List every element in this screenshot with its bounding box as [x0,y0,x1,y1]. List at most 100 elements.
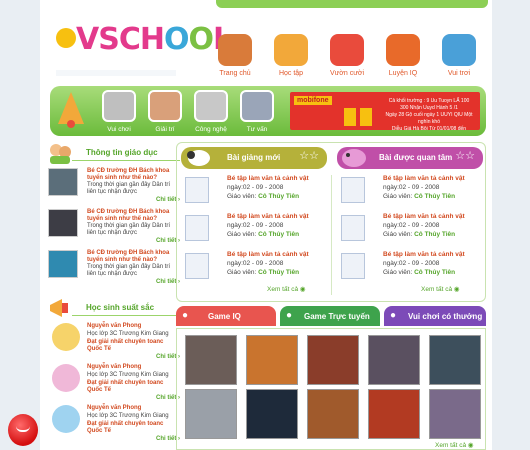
game-thumbnail[interactable] [246,335,298,385]
ad-line: Diễu Giá Hà Bội Từ 01/01/08 đến 29.02.08 [391,126,467,130]
teacher-name: Cô Thủy Tiên [414,231,456,238]
game-thumbnail[interactable] [307,389,359,439]
popular-lessons-title: Bài được quan tâm [379,153,453,162]
banner-thumb-2[interactable] [194,90,228,122]
tab-game-1[interactable]: ● Game Trực tuyến [280,306,380,326]
game-tabs: ● Game IQ ● Game Trực tuyến ● Vui chơi có thư… [176,306,486,328]
new-lessons-view-all[interactable]: Xem tất cả ◉ [267,285,306,293]
lesson-teacher: Giáo viên: Cô Thủy Tiên [383,269,455,276]
teacher-label: Giáo viên: [227,193,257,200]
teacher-label: Giáo viên: [227,269,257,276]
mobifone-ad[interactable]: mobifone Cả khối trường : 9 Uu Tuoyn LẤ 1… [290,92,480,130]
ad-line: Ngày 28 Gộ cuối ngày 1 UUYI QIU Một nghì… [385,112,473,125]
student-avatar[interactable] [52,364,80,392]
student-award: Đạt giải nhất chuyên toanc Quốc Tế [87,380,164,393]
clown-icon [330,34,364,66]
nav-item-4[interactable]: Vui trơi [434,34,484,77]
lesson-item[interactable]: Bé tập làm văn tả cảnh vật ngày:02 - 09 -… [339,175,487,211]
student-avatar[interactable] [52,323,80,351]
news-thumbnail[interactable] [48,168,78,196]
games-view-all[interactable]: Xem tất cả ◉ [435,441,474,449]
popular-lessons-header[interactable]: Bài được quan tâm ☆☆ [337,147,483,169]
banner-link-0[interactable]: Vui chơi [96,126,142,133]
news-title[interactable]: Bé CĐ trường ĐH Bách khoa tuyển sinh như… [87,250,179,264]
lesson-date: ngày:02 - 09 - 2008 [227,260,284,267]
game-thumbnail[interactable] [429,335,481,385]
game-thumbnail[interactable] [185,389,237,439]
new-lessons-header[interactable]: Bài giảng mới ☆☆ [181,147,327,169]
lesson-item[interactable]: Bé tập làm văn tả cảnh vật ngày:02 - 09 -… [183,251,331,287]
student-name[interactable]: Nguyễn văn Phong [87,405,141,411]
nav-item-0[interactable]: Trang chủ [210,34,260,77]
news-header: Thông tin giáo dục [44,140,180,166]
game-thumbnail[interactable] [246,389,298,439]
lesson-date: ngày:02 - 09 - 2008 [383,260,440,267]
banner-thumb-3[interactable] [240,90,274,122]
game-thumbnail[interactable] [368,389,420,439]
top-green-bar [216,0,488,8]
ad-text: Cả khối trường : 9 Uu Tuoyn LẤ 100 300 Nh… [382,98,476,130]
lesson-title[interactable]: Bé tập làm văn tả cảnh vật [383,251,465,258]
tab-game-2[interactable]: ● Vui chơi có thưởng [384,306,486,326]
kids-icon [50,144,71,164]
game-thumbnail[interactable] [429,389,481,439]
nav-item-3[interactable]: Luyện IQ [378,34,428,77]
site-logo[interactable]: VSCHOOL [48,0,232,80]
student-award: Đạt giải nhất chuyên toanc Quốc Tế [87,339,164,352]
lesson-title[interactable]: Bé tập làm văn tả cảnh vật [383,175,465,182]
arrow-circle-icon: ◉ [467,442,474,449]
divider [72,160,180,161]
lesson-date: ngày:02 - 09 - 2008 [227,222,284,229]
megaphone-icon [50,299,68,317]
banner-link-1[interactable]: Giải trí [142,126,188,133]
game-thumbnail[interactable] [307,335,359,385]
news-item: Bé CĐ trường ĐH Bách khoa tuyển sinh như… [44,248,180,289]
student-name[interactable]: Nguyễn văn Phong [87,323,141,329]
nav-item-1[interactable]: Học tập [266,34,316,77]
lesson-item[interactable]: Bé tập làm văn tả cảnh vật ngày:02 - 09 -… [339,251,487,287]
lesson-item[interactable]: Bé tập làm văn tả cảnh vật ngày:02 - 09 -… [339,213,487,249]
tab-game-0[interactable]: ● Game IQ [176,306,276,326]
news-description: Trong thời gian gần đây Dân trí liên tục… [87,223,171,236]
lesson-item[interactable]: Bé tập làm văn tả cảnh vật ngày:02 - 09 -… [183,213,331,249]
column-divider [331,175,332,295]
lesson-item[interactable]: Bé tập làm văn tả cảnh vật ngày:02 - 09 -… [183,175,331,211]
left-column: Thông tin giáo dục Bé CĐ trường ĐH Bách … [44,140,180,444]
star-icon: ☆☆ [455,150,475,162]
nav-label: Vui trơi [447,70,471,77]
news-description: Trong thời gian gần đây Dân trí liên tục… [87,264,171,277]
lesson-teacher: Giáo viên: Cô Thủy Tiên [227,193,299,200]
banner-thumb-1[interactable] [148,90,182,122]
tab-label: Vui chơi có thưởng [408,312,483,321]
news-thumbnail[interactable] [48,250,78,278]
news-title[interactable]: Bé CĐ trường ĐH Bách khoa tuyển sinh như… [87,209,179,223]
popular-lessons-view-all[interactable]: Xem tất cả ◉ [421,285,460,293]
student-avatar[interactable] [52,405,80,433]
student-item: Nguyễn văn Phong Học lớp 3C Trương Kim Gi… [44,403,180,444]
nav-item-2[interactable]: Vườn cười [322,34,372,77]
chat-bubble-icon[interactable] [8,414,38,446]
students-section-title: Học sinh suất sắc [86,303,155,312]
teacher-label: Giáo viên: [383,193,413,200]
news-item: Bé CĐ trường ĐH Bách khoa tuyển sinh như… [44,207,180,248]
news-thumbnail[interactable] [48,209,78,237]
banner-link-3[interactable]: Tư vấn [234,126,280,133]
lesson-document-icon [341,177,365,203]
tab-icon: ● [182,310,189,321]
banner-thumb-0[interactable] [102,90,136,122]
student-name[interactable]: Nguyễn văn Phong [87,364,141,370]
teacher-label: Giáo viên: [383,231,413,238]
lesson-title[interactable]: Bé tập làm văn tả cảnh vật [383,213,465,220]
lesson-date: ngày:02 - 09 - 2008 [383,184,440,191]
game-thumbnail[interactable] [368,335,420,385]
news-item: Bé CĐ trường ĐH Bách khoa tuyển sinh như… [44,166,180,207]
banner-link-2[interactable]: Công nghệ [188,126,234,133]
lesson-title[interactable]: Bé tập làm văn tả cảnh vật [227,175,309,182]
lesson-title[interactable]: Bé tập làm văn tả cảnh vật [227,213,309,220]
game-thumbnail[interactable] [185,335,237,385]
news-title[interactable]: Bé CĐ trường ĐH Bách khoa tuyển sinh như… [87,168,179,182]
logo-letters-sch: SCH [98,22,165,57]
lesson-document-icon [185,253,209,279]
lesson-title[interactable]: Bé tập làm văn tả cảnh vật [227,251,309,258]
logo-letter-v: V [76,22,99,57]
